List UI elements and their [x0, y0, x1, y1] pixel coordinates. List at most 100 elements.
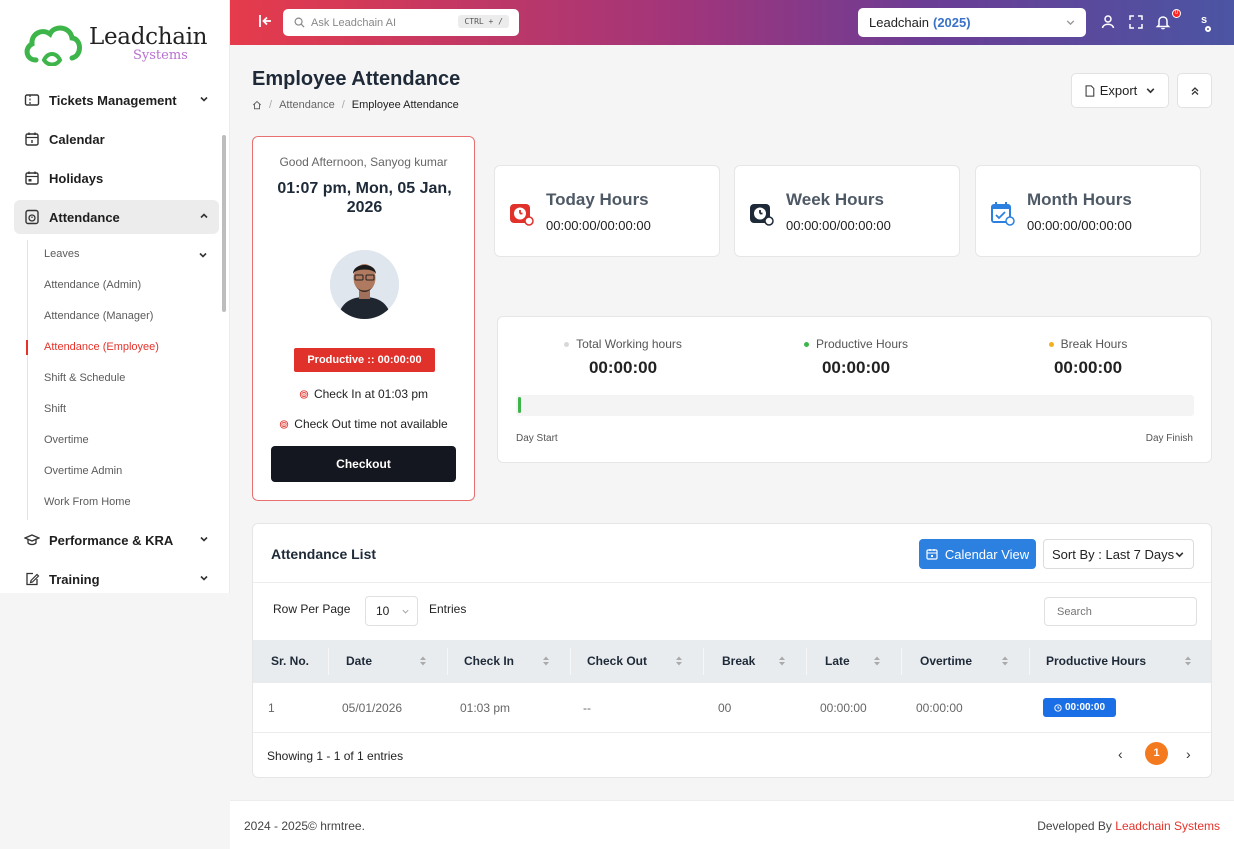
attendance-icon [25, 209, 39, 225]
week-hours-label: Week Hours [786, 190, 884, 209]
ticket-icon [24, 94, 40, 106]
submenu-item-shift-schedule[interactable]: Shift & Schedule [44, 372, 125, 384]
user-avatar-initial[interactable]: s [1201, 14, 1207, 26]
col-check-in[interactable]: Check In [464, 654, 514, 668]
legend-dot-yellow [1048, 341, 1054, 347]
col-sr-no[interactable]: Sr. No. [271, 654, 309, 668]
rows-per-page-label: Row Per Page [273, 602, 351, 616]
work-summary-card: Total Working hours 00:00:00 Productive … [497, 316, 1212, 463]
footer-developer-link[interactable]: Leadchain Systems [1115, 819, 1220, 833]
pagination-page-1[interactable]: 1 [1145, 742, 1168, 765]
sort-icon[interactable] [1184, 655, 1192, 667]
submenu-item-attendance-employee[interactable]: Attendance (Employee) [44, 341, 159, 353]
table-search-input[interactable] [1044, 597, 1197, 626]
home-icon[interactable] [252, 100, 262, 110]
collapse-header-button[interactable] [1177, 73, 1212, 108]
calendar-icon [926, 549, 938, 560]
calendar-view-button[interactable]: Calendar View [919, 539, 1036, 569]
sidebar-item-training[interactable]: Training [14, 562, 219, 593]
online-status-icon [1205, 26, 1211, 32]
table-header: Sr. No. Date Check In Check Out Break La… [253, 640, 1211, 683]
cell-sr: 1 [268, 701, 275, 715]
attendance-list-title: Attendance List [271, 546, 377, 562]
chevron-down-icon [199, 252, 207, 258]
cell-overtime: 00:00:00 [916, 701, 963, 715]
clock-icon [1054, 703, 1062, 712]
pagination-prev-button[interactable]: ‹ [1118, 746, 1123, 762]
col-overtime[interactable]: Overtime [920, 654, 972, 668]
day-progress-bar [516, 395, 1194, 416]
file-icon [1085, 84, 1095, 97]
sort-icon[interactable] [675, 655, 683, 667]
table-row: 1 05/01/2026 01:03 pm -- 00 00:00:00 00:… [253, 683, 1211, 733]
legend-dot-green [803, 341, 809, 347]
user-profile-icon[interactable] [1100, 14, 1116, 30]
column-separator [806, 648, 807, 675]
today-hours-card: Today Hours 00:00:00/00:00:00 [494, 165, 720, 257]
week-hours-card: Week Hours 00:00:00/00:00:00 [734, 165, 960, 257]
chevron-up-icon [200, 213, 208, 219]
sidebar-item-attendance[interactable]: Attendance [14, 200, 219, 234]
fullscreen-icon[interactable] [1128, 14, 1144, 30]
col-check-out[interactable]: Check Out [587, 654, 647, 668]
col-break[interactable]: Break [722, 654, 755, 668]
sort-icon[interactable] [873, 655, 881, 667]
submenu-item-overtime[interactable]: Overtime [44, 434, 89, 446]
breadcrumb-attendance[interactable]: Attendance [279, 99, 335, 111]
submenu-guide-line [27, 240, 28, 520]
checkout-button[interactable]: Checkout [271, 446, 456, 482]
sidebar-item-tickets-management[interactable]: Tickets Management [14, 83, 219, 117]
fingerprint-icon [299, 389, 309, 399]
submenu-item-overtime-admin[interactable]: Overtime Admin [44, 465, 122, 477]
submenu-item-leaves[interactable]: Leaves [44, 248, 209, 260]
export-button[interactable]: Export [1071, 73, 1169, 108]
chevron-down-icon [200, 96, 208, 102]
collapse-sidebar-icon[interactable] [258, 13, 274, 29]
search-shortcut-hint: CTRL + / [458, 15, 509, 28]
pagination-next-button[interactable]: › [1186, 746, 1191, 762]
column-separator [447, 648, 448, 675]
avatar [330, 250, 399, 319]
company-year: (2025) [933, 15, 971, 30]
sort-by-select[interactable]: Sort By : Last 7 Days [1043, 539, 1194, 569]
sort-by-label: Sort By : Last 7 Days [1052, 546, 1175, 562]
submenu-item-work-from-home[interactable]: Work From Home [44, 496, 131, 508]
sort-icon[interactable] [778, 655, 786, 667]
company-select[interactable]: Leadchain (2025) [858, 8, 1086, 37]
week-hours-value: 00:00:00/00:00:00 [786, 218, 891, 233]
sidebar-item-label: Holidays [49, 170, 104, 186]
top-header: Ask Leadchain AI CTRL + / Leadchain (202… [230, 0, 1234, 45]
submenu-item-attendance-admin[interactable]: Attendance (Admin) [44, 279, 141, 291]
productive-hours-value: 00:00:00 [1064, 702, 1106, 713]
submenu-item-attendance-manager[interactable]: Attendance (Manager) [44, 310, 153, 322]
bell-icon[interactable] [1155, 14, 1171, 30]
month-hours-value: 00:00:00/00:00:00 [1027, 218, 1132, 233]
column-separator [901, 648, 902, 675]
col-late[interactable]: Late [825, 654, 850, 668]
user-photo-icon [330, 250, 399, 319]
ai-search-box[interactable]: Ask Leadchain AI CTRL + / [283, 9, 519, 36]
sidebar-item-calendar[interactable]: Calendar [14, 122, 219, 156]
sort-icon[interactable] [1001, 655, 1009, 667]
sidebar-scrollbar[interactable] [222, 135, 226, 312]
sidebar-item-label: Calendar [49, 131, 105, 147]
day-start-label: Day Start [516, 433, 558, 444]
breadcrumb-separator: / [269, 99, 273, 111]
sort-icon[interactable] [419, 655, 427, 667]
sidebar-item-holidays[interactable]: Holidays [14, 161, 219, 195]
cell-check-in: 01:03 pm [460, 701, 511, 715]
col-date[interactable]: Date [346, 654, 372, 668]
column-separator [1029, 648, 1030, 675]
ai-search-placeholder: Ask Leadchain AI [311, 16, 397, 29]
sidebar-item-performance-kra[interactable]: Performance & KRA [14, 523, 219, 557]
rows-per-page-select[interactable]: 10 [365, 596, 418, 626]
chevron-down-icon [1146, 88, 1155, 94]
submenu-item-shift[interactable]: Shift [44, 403, 66, 415]
break-label: Break Hours [1060, 337, 1128, 351]
brand-logo[interactable]: Leadchain Systems [22, 20, 208, 70]
clock-icon [750, 204, 774, 226]
current-datetime: 01:07 pm, Mon, 05 Jan, 2026 [277, 180, 452, 216]
col-productive-hours[interactable]: Productive Hours [1046, 654, 1146, 668]
sort-icon[interactable] [542, 655, 550, 667]
attendance-list-card: Attendance List Calendar View Sort By : … [252, 523, 1212, 778]
